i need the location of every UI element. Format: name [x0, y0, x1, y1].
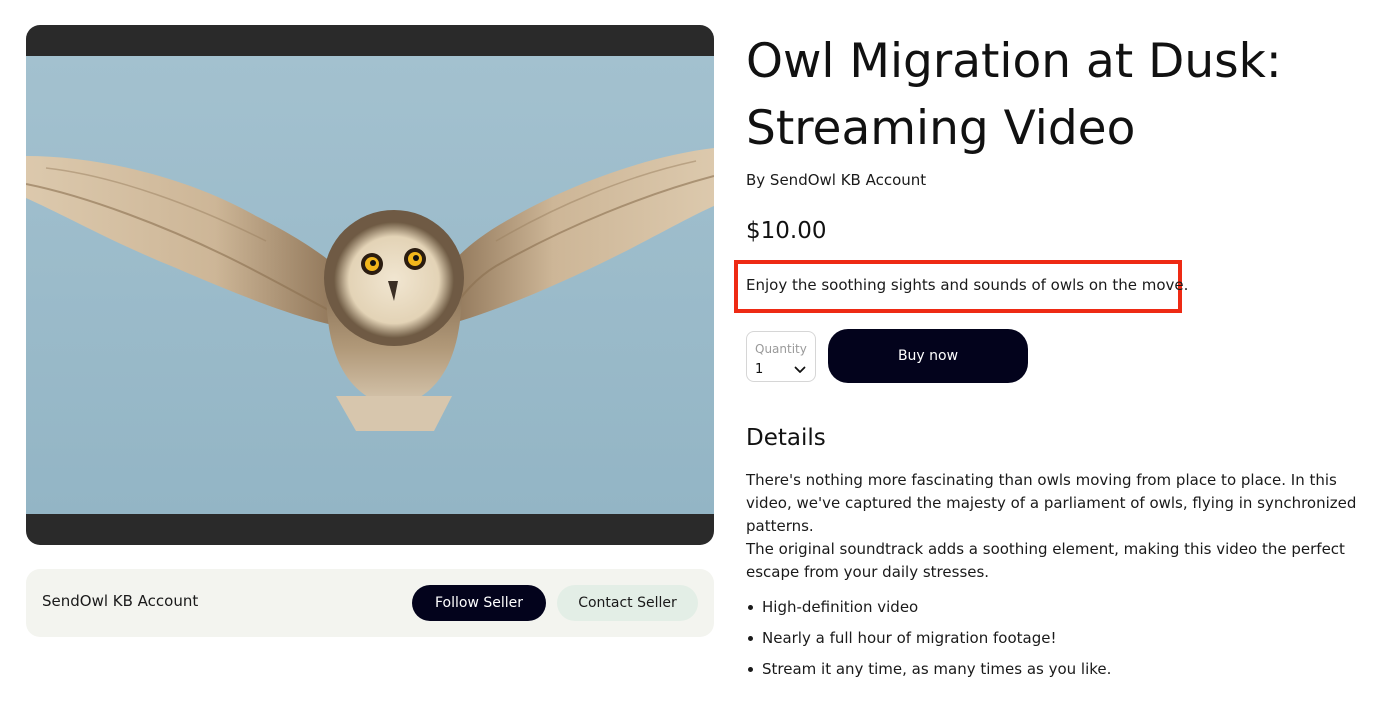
- product-tagline: Enjoy the soothing sights and sounds of …: [746, 276, 1189, 294]
- list-item: High-definition video: [746, 596, 1111, 619]
- details-heading: Details: [746, 425, 826, 451]
- seller-card: SendOwl KB Account Follow Seller Contact…: [26, 569, 714, 637]
- product-author: By SendOwl KB Account: [746, 171, 927, 189]
- chevron-down-icon: [794, 366, 806, 373]
- product-title: Owl Migration at Dusk: Streaming Video: [746, 34, 1282, 156]
- owl-image: [26, 56, 714, 514]
- details-paragraph: There's nothing more fascinating than ow…: [746, 471, 1357, 535]
- seller-name: SendOwl KB Account: [42, 592, 199, 610]
- quantity-label: Quantity: [755, 342, 807, 356]
- product-page: SendOwl KB Account Follow Seller Contact…: [0, 0, 1397, 701]
- feature-list: High-definition video Nearly a full hour…: [746, 596, 1111, 689]
- buy-now-button[interactable]: Buy now: [828, 329, 1028, 383]
- quantity-value: 1: [755, 362, 764, 377]
- contact-seller-button[interactable]: Contact Seller: [557, 585, 698, 621]
- product-price: $10.00: [746, 218, 827, 244]
- list-item: Nearly a full hour of migration footage!: [746, 627, 1111, 650]
- follow-seller-button[interactable]: Follow Seller: [412, 585, 546, 621]
- details-paragraph: The original soundtrack adds a soothing …: [746, 540, 1345, 581]
- product-video-preview[interactable]: [26, 25, 714, 545]
- list-item: Stream it any time, as many times as you…: [746, 658, 1111, 681]
- quantity-select[interactable]: Quantity 1: [746, 331, 816, 382]
